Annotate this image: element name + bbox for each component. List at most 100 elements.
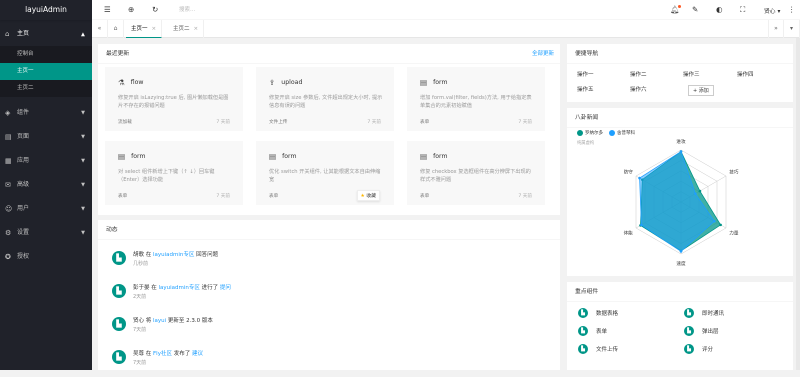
- theme-icon[interactable]: ◐: [716, 5, 723, 14]
- component-icon: ◈: [5, 109, 11, 117]
- update-time: 7 天前: [216, 194, 230, 199]
- activity-user[interactable]: 贤心: [133, 318, 144, 324]
- activity-text: 胡歌 在 layuiadmin专区 回答问题: [133, 250, 218, 258]
- quick-nav-item[interactable]: 操作一: [577, 70, 594, 78]
- quick-nav-item[interactable]: 操作六: [630, 85, 647, 93]
- quick-nav-item[interactable]: 操作二: [630, 70, 647, 78]
- card-title: 最近更新: [106, 51, 130, 57]
- update-desc: 修复 checkbox 复选框组件在高分辨屏下出现的样式不雅问题: [420, 169, 531, 183]
- card-title: 动态: [106, 227, 118, 233]
- more-link[interactable]: 全部更新: [532, 44, 554, 64]
- chevron-down-icon: ▼: [81, 110, 85, 116]
- close-icon[interactable]: ×: [152, 26, 157, 32]
- activity-link[interactable]: Fly社区: [153, 351, 172, 357]
- avatar[interactable]: ▙: [112, 350, 126, 364]
- update-tag[interactable]: 表单: [420, 119, 429, 125]
- component-item[interactable]: ▙ 数据表格: [578, 308, 618, 318]
- update-title: form: [131, 153, 146, 160]
- tab-label: 主页二: [173, 26, 190, 32]
- scrollbar[interactable]: [796, 38, 800, 370]
- activity-user[interactable]: 胡歌: [133, 252, 144, 258]
- note-icon[interactable]: ✎: [692, 5, 698, 14]
- update-card[interactable]: ⇪ upload 修复开启 size 参数后, 文件超出规定大小时, 提示信息有误的…: [256, 67, 394, 131]
- quick-nav-item[interactable]: 操作五: [577, 85, 594, 93]
- activity-link[interactable]: layuiadmin专区: [159, 285, 200, 291]
- sidebar-subitem-console[interactable]: 控制台: [0, 46, 92, 63]
- tab-menu-icon[interactable]: ▾: [784, 20, 800, 38]
- sidebar-item-app[interactable]: ▦ 应用 ▼: [0, 149, 92, 173]
- bell-icon[interactable]: 🔔︎: [670, 5, 681, 14]
- activity-link[interactable]: layuiadmin专区: [153, 252, 194, 258]
- sidebar-item-senior[interactable]: ✉ 高级 ▼: [0, 173, 92, 197]
- more-icon[interactable]: ⋮: [788, 5, 796, 14]
- close-icon[interactable]: ×: [194, 26, 199, 32]
- app-icon: ▦: [5, 157, 12, 165]
- activity-text: 贤心 将 layui 更新至 2.3.0 版本: [133, 316, 213, 324]
- activity-text: 彭于晏 在 layuiadmin专区 进行了 提问: [133, 283, 231, 291]
- radar-point: [719, 223, 722, 227]
- updates-card: 最近更新 全部更新 ⚗ flow 修复开启 isLazying:true 后, 图片…: [98, 44, 560, 215]
- search-input[interactable]: 搜索...: [179, 5, 195, 13]
- update-desc: 修复开启 size 参数后, 文件超出规定大小时, 提示信息有误的问题: [269, 95, 383, 109]
- home-tab-icon[interactable]: ⌂: [108, 20, 124, 38]
- update-card[interactable]: ⚗ flow 修复开启 isLazying:true 后, 图片懒加载但是图片不存在…: [105, 67, 243, 131]
- auth-icon: ✪: [5, 253, 11, 261]
- sidebar-item-component[interactable]: ◈ 组件 ▼: [0, 101, 92, 125]
- sidebar-item-set[interactable]: ⚙ 设置 ▼: [0, 221, 92, 245]
- form-icon: ▤: [420, 78, 428, 87]
- activity-link[interactable]: 建议: [192, 351, 203, 357]
- sidebar-item-user[interactable]: ☺ 用户 ▼: [0, 197, 92, 221]
- activity-link[interactable]: 提问: [220, 285, 231, 291]
- update-desc: 增加 form.val(filter, fields)方法, 用于给指定表单集合…: [420, 95, 532, 109]
- sidebar-item-template[interactable]: ▤ 页面 ▼: [0, 125, 92, 149]
- component-item[interactable]: ▙ 弹出层: [684, 326, 719, 336]
- component-label: 评分: [702, 347, 714, 353]
- component-item[interactable]: ▙ 评分: [684, 344, 713, 354]
- activity-connector: 在: [144, 252, 154, 258]
- favorite-button[interactable]: ★ 收藏: [356, 190, 380, 201]
- tab-home2[interactable]: 主页二 ×: [168, 20, 205, 38]
- component-item[interactable]: ▙ 文件上传: [578, 344, 618, 354]
- update-card[interactable]: ▤ form 对 select 组件新增上下键（↑ ↓）回车键（Enter）选择功能…: [105, 141, 243, 205]
- tab-right-icon[interactable]: »: [768, 20, 784, 38]
- avatar[interactable]: ▙: [112, 251, 126, 265]
- update-tag[interactable]: 文件上传: [269, 119, 287, 125]
- activity-rest: 进行了: [199, 285, 220, 291]
- sidebar-item-home[interactable]: ⌂ 主页 ▼: [0, 22, 92, 46]
- sidebar-submenu: 控制台 主页一 主页二: [0, 46, 92, 97]
- activity-user[interactable]: 吴尊: [133, 351, 144, 357]
- sidebar-item-auth[interactable]: ✪ 授权: [0, 245, 92, 269]
- tab-home1[interactable]: 主页一 ×: [126, 20, 163, 38]
- activity-link[interactable]: layui: [153, 318, 166, 324]
- menu-toggle-icon[interactable]: ☰: [104, 5, 111, 14]
- radar-axis-label: 技巧: [729, 169, 739, 176]
- update-tag[interactable]: 表单: [118, 193, 127, 199]
- sidebar-subitem-home1[interactable]: 主页一: [0, 63, 92, 80]
- update-card[interactable]: ▤ form 增加 form.val(filter, fields)方法, 用于给指…: [407, 67, 545, 131]
- update-tag[interactable]: 表单: [269, 193, 278, 199]
- sidebar-item-label: 页面: [17, 133, 30, 140]
- update-card[interactable]: ▤ form 优化 switch 开关组件, 让其能根据文本自由伸缩宽 表单 ★ 收藏: [256, 141, 394, 205]
- tab-left-icon[interactable]: «: [92, 20, 108, 38]
- component-item[interactable]: ▙ 表单: [578, 326, 607, 336]
- component-item[interactable]: ▙ 即时通讯: [684, 308, 724, 318]
- update-tag[interactable]: 流加载: [118, 119, 132, 125]
- update-card[interactable]: ▤ form 修复 checkbox 复选框组件在高分辨屏下出现的样式不雅问题 表单 7…: [407, 141, 545, 205]
- radar-card: 八卦新闻 罗纳尔多 舍普琴科 纯属虚构 进攻 技巧 力量 速度 体能 防守: [567, 108, 793, 276]
- activity-user[interactable]: 彭于晏: [133, 285, 150, 291]
- quick-nav-item[interactable]: 操作三: [683, 70, 700, 78]
- globe-icon[interactable]: ⊕: [128, 5, 134, 14]
- radar-point: [640, 223, 643, 227]
- avatar[interactable]: ▙: [112, 317, 126, 331]
- component-label: 文件上传: [596, 347, 619, 353]
- logo[interactable]: layuiAdmin: [0, 0, 92, 20]
- fullscreen-icon[interactable]: ⛶: [740, 5, 745, 15]
- update-tag[interactable]: 表单: [420, 193, 429, 199]
- avatar[interactable]: ▙: [112, 284, 126, 298]
- activity-time: 7天前: [133, 327, 147, 333]
- quick-nav-item[interactable]: 操作四: [737, 70, 754, 78]
- sidebar-subitem-home2[interactable]: 主页二: [0, 80, 92, 97]
- add-button[interactable]: + 添加: [688, 85, 714, 96]
- user-menu[interactable]: 贤心 ▾: [764, 6, 780, 15]
- refresh-icon[interactable]: ↻: [152, 5, 158, 14]
